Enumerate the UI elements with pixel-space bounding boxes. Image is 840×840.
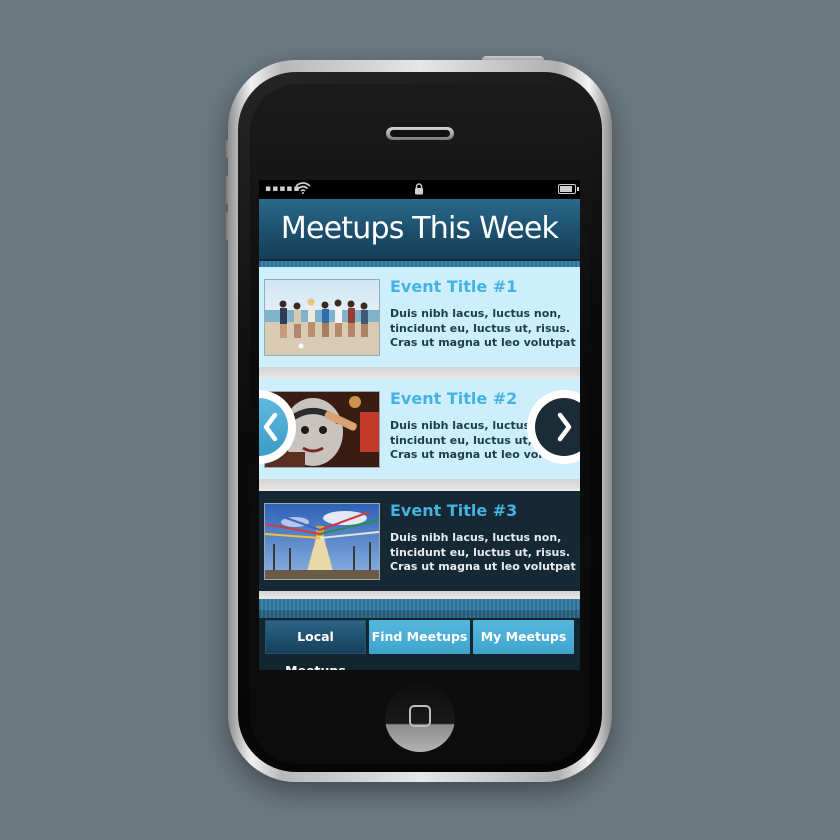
divider-strip [259,599,580,610]
phone-screen: ▪▪▪▪▪ Meetups This Week Event Title #1 D… [259,180,580,670]
prev-button[interactable] [259,390,296,464]
page-title: Meetups This Week [280,211,559,246]
home-square-icon [409,705,431,727]
tab-local-meetups[interactable]: Local Meetups [265,620,366,670]
chevron-right-icon [557,412,572,442]
next-button[interactable] [527,390,580,464]
event-1-description: Duis nibh lacus, luctus non, tincidunt e… [390,307,576,349]
event-1-title[interactable]: Event Title #1 [390,277,517,296]
event-2-title[interactable]: Event Title #2 [390,389,517,408]
event-card-1[interactable]: Event Title #1 Duis nibh lacus, luctus n… [259,267,580,367]
tab-bar: Local Meetups Find Meetups My Meetups [259,610,580,670]
lock-icon [414,183,424,198]
event-1-image [264,279,380,356]
card-separator [259,591,580,599]
tab-bar-strip [259,610,580,618]
tab-my-meetups[interactable]: My Meetups [473,620,574,654]
event-3-description: Duis nibh lacus, luctus non, tincidunt e… [390,531,576,573]
tab-find-meetups[interactable]: Find Meetups [369,620,470,654]
battery-icon [558,184,579,194]
app-header: Meetups This Week [259,199,580,261]
chevron-left-icon [263,412,278,442]
wifi-icon [295,182,311,197]
event-3-image [264,503,380,580]
event-card-3[interactable]: Event Title #3 Duis nibh lacus, luctus n… [259,491,580,591]
card-separator [259,479,580,491]
status-bar: ▪▪▪▪▪ [259,180,580,199]
speaker-grille [386,127,454,140]
event-3-title[interactable]: Event Title #3 [390,501,517,520]
card-separator [259,367,580,379]
